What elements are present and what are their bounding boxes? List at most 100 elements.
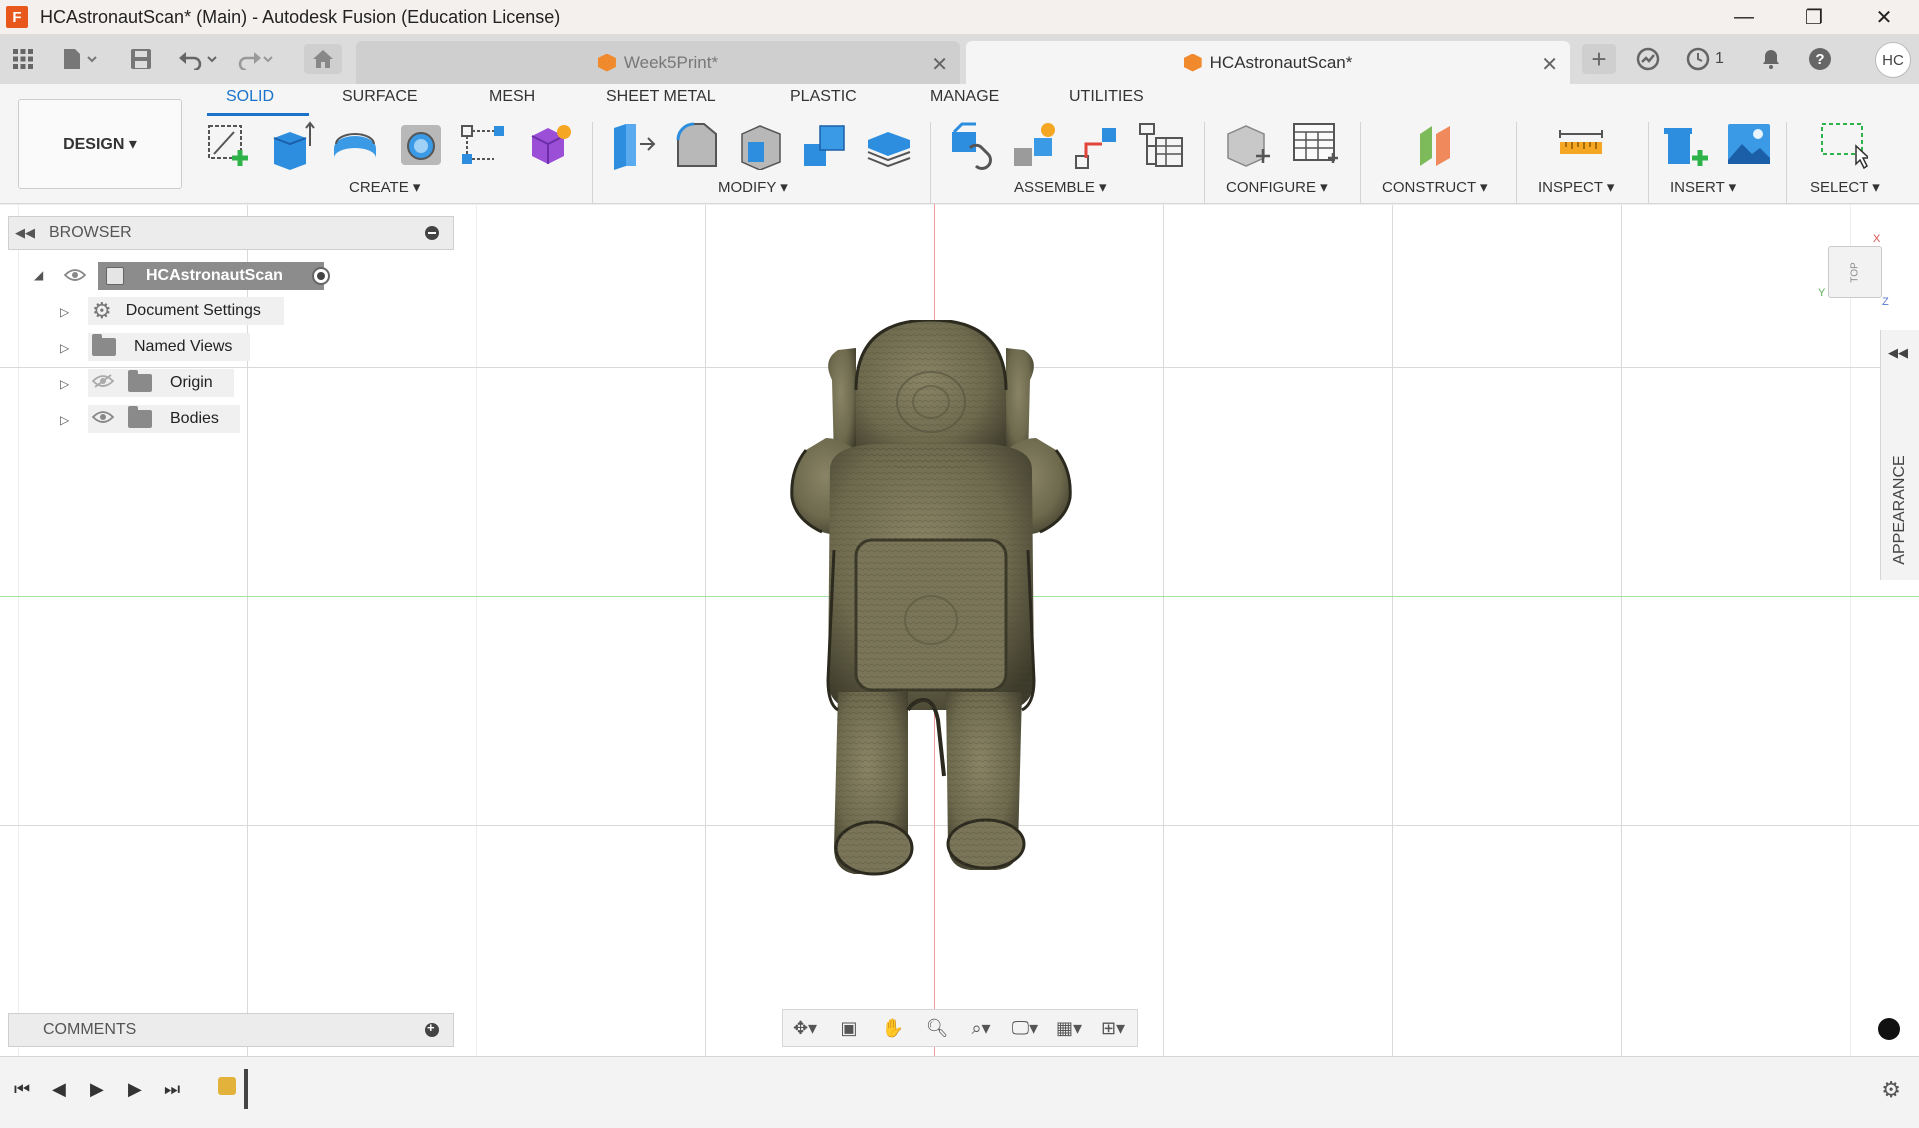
look-at-icon[interactable]: ▣ xyxy=(827,1018,871,1039)
visibility-eye-icon[interactable] xyxy=(91,410,115,429)
create-sketch-icon[interactable] xyxy=(204,120,254,170)
offset-plane-icon[interactable] xyxy=(1412,120,1462,170)
bill-of-materials-icon[interactable] xyxy=(1136,120,1186,170)
save-icon[interactable] xyxy=(130,44,152,74)
select-menu[interactable]: SELECT ▾ xyxy=(1810,178,1880,196)
timeline-marker[interactable] xyxy=(244,1069,248,1109)
close-tab-icon[interactable]: ✕ xyxy=(931,52,948,77)
viewports-icon[interactable]: ⊞▾ xyxy=(1091,1018,1135,1039)
minimize-button[interactable]: — xyxy=(1709,0,1779,34)
comments-panel[interactable]: COMMENTS xyxy=(8,1013,454,1047)
configure-model-icon[interactable] xyxy=(1222,120,1272,170)
doc-tab-hcastronautscan[interactable]: HCAstronautScan* ✕ xyxy=(966,41,1570,84)
insert-derive-icon[interactable] xyxy=(1660,120,1710,170)
inspect-menu[interactable]: INSPECT ▾ xyxy=(1538,178,1614,196)
as-built-joint-icon[interactable] xyxy=(1072,120,1122,170)
hidden-eye-icon[interactable] xyxy=(91,373,115,393)
pattern-icon[interactable] xyxy=(458,120,508,170)
timeline-next-icon[interactable]: ▶ xyxy=(128,1079,142,1100)
tab-mesh[interactable]: MESH xyxy=(489,88,535,106)
doc-tab-week5print[interactable]: Week5Print* ✕ xyxy=(356,41,960,84)
combine-icon[interactable] xyxy=(800,120,850,170)
restore-button[interactable]: ❐ xyxy=(1779,0,1849,34)
browser-root-component[interactable]: HCAstronautScan xyxy=(98,262,324,290)
assemble-menu[interactable]: ASSEMBLE ▾ xyxy=(1014,178,1107,196)
browser-item-document-settings[interactable]: ⚙ Document Settings xyxy=(88,297,284,325)
canvas-viewport[interactable] xyxy=(0,204,1919,1056)
appearance-panel-tab[interactable]: APPEARANCE xyxy=(1880,330,1919,580)
form-icon[interactable] xyxy=(524,120,574,170)
help-icon[interactable]: ? xyxy=(1808,44,1832,74)
fillet-icon[interactable] xyxy=(672,120,722,170)
timeline-settings-gear-icon[interactable]: ⚙ xyxy=(1881,1077,1901,1103)
expand-arrow-icon[interactable]: ▷ xyxy=(60,377,69,391)
expand-arrow-icon[interactable]: ▷ xyxy=(60,305,69,319)
redo-icon[interactable] xyxy=(234,44,274,74)
notifications-bell-icon[interactable] xyxy=(1760,44,1782,74)
new-component-icon[interactable] xyxy=(948,120,998,170)
grid-settings-icon[interactable]: ▦▾ xyxy=(1047,1018,1091,1039)
viewcube[interactable]: TOP xyxy=(1828,246,1882,298)
new-tab-plus-icon[interactable]: + xyxy=(1582,44,1616,74)
timeline-previous-icon[interactable]: ◀ xyxy=(52,1079,66,1100)
browser-item-origin[interactable]: Origin xyxy=(88,369,234,397)
configure-menu[interactable]: CONFIGURE ▾ xyxy=(1226,178,1328,196)
extrude-icon[interactable] xyxy=(268,120,318,170)
tab-solid[interactable]: SOLID xyxy=(226,88,274,106)
insert-menu[interactable]: INSERT ▾ xyxy=(1670,178,1736,196)
timeline-first-icon[interactable]: ⏮ xyxy=(14,1079,30,1100)
viewcube-z-label: Z xyxy=(1882,296,1889,308)
zoom-window-icon[interactable]: ⌕▾ xyxy=(959,1018,1003,1039)
window-select-icon[interactable] xyxy=(1818,120,1871,170)
tree-expanded-icon[interactable]: ◢ xyxy=(34,268,43,282)
undo-icon[interactable] xyxy=(178,44,218,74)
add-comment-icon[interactable] xyxy=(425,1020,439,1037)
shell-icon[interactable] xyxy=(736,120,786,171)
extensions-icon[interactable] xyxy=(1636,44,1660,74)
close-tab-icon[interactable]: ✕ xyxy=(1541,52,1558,77)
file-menu-icon[interactable] xyxy=(62,44,98,74)
tab-sheet-metal[interactable]: SHEET METAL xyxy=(606,88,716,106)
browser-panel-header[interactable]: ◀◀ BROWSER xyxy=(8,216,454,250)
zoom-icon[interactable]: 🔍︎ xyxy=(915,1018,959,1039)
modify-menu[interactable]: MODIFY ▾ xyxy=(718,178,788,196)
joint-icon[interactable] xyxy=(1010,120,1060,170)
expand-panel-icon[interactable]: ◀◀ xyxy=(1888,345,1908,361)
insert-canvas-icon[interactable] xyxy=(1724,120,1774,170)
home-icon[interactable] xyxy=(304,44,342,74)
browser-item-bodies[interactable]: Bodies xyxy=(88,405,240,433)
user-avatar[interactable]: HC xyxy=(1875,42,1911,78)
tab-utilities[interactable]: UTILITIES xyxy=(1069,88,1144,106)
tab-surface[interactable]: SURFACE xyxy=(342,88,418,106)
revolve-icon[interactable] xyxy=(330,120,380,170)
orbit-icon[interactable]: ✥▾ xyxy=(783,1018,827,1039)
ribbon: SOLID SURFACE MESH SHEET METAL PLASTIC M… xyxy=(0,84,1919,204)
timeline-feature-icon[interactable] xyxy=(218,1077,236,1095)
expand-arrow-icon[interactable]: ▷ xyxy=(60,413,69,427)
astronaut-mesh-body[interactable] xyxy=(786,320,1076,880)
mesh-status-icon[interactable] xyxy=(1878,1018,1900,1040)
hole-icon[interactable] xyxy=(396,120,446,170)
workspace-switcher[interactable]: DESIGN ▾ xyxy=(18,99,182,189)
configuration-table-icon[interactable] xyxy=(1290,120,1340,170)
close-window-button[interactable]: ✕ xyxy=(1849,0,1919,34)
job-status[interactable]: 1 xyxy=(1686,44,1724,74)
pan-hand-icon[interactable]: ✋ xyxy=(871,1018,915,1039)
offset-face-icon[interactable] xyxy=(864,120,914,170)
construct-menu[interactable]: CONSTRUCT ▾ xyxy=(1382,178,1488,196)
tab-plastic[interactable]: PLASTIC xyxy=(790,88,857,106)
measure-icon[interactable] xyxy=(1556,120,1606,170)
expand-arrow-icon[interactable]: ▷ xyxy=(60,341,69,355)
tab-manage[interactable]: MANAGE xyxy=(930,88,999,106)
create-menu[interactable]: CREATE ▾ xyxy=(349,178,420,196)
collapse-panel-icon[interactable]: ◀◀ xyxy=(15,225,35,241)
activate-component-radio[interactable] xyxy=(312,267,330,285)
app-grid-icon[interactable] xyxy=(12,44,34,74)
press-pull-icon[interactable] xyxy=(608,120,658,170)
visibility-eye-icon[interactable] xyxy=(63,268,87,287)
timeline-last-icon[interactable]: ⏭ xyxy=(164,1079,180,1100)
minimize-panel-icon[interactable] xyxy=(425,226,439,240)
timeline-play-icon[interactable]: ▶ xyxy=(90,1079,104,1100)
browser-item-named-views[interactable]: Named Views xyxy=(88,333,250,361)
display-settings-icon[interactable]: 🖵▾ xyxy=(1003,1018,1047,1039)
